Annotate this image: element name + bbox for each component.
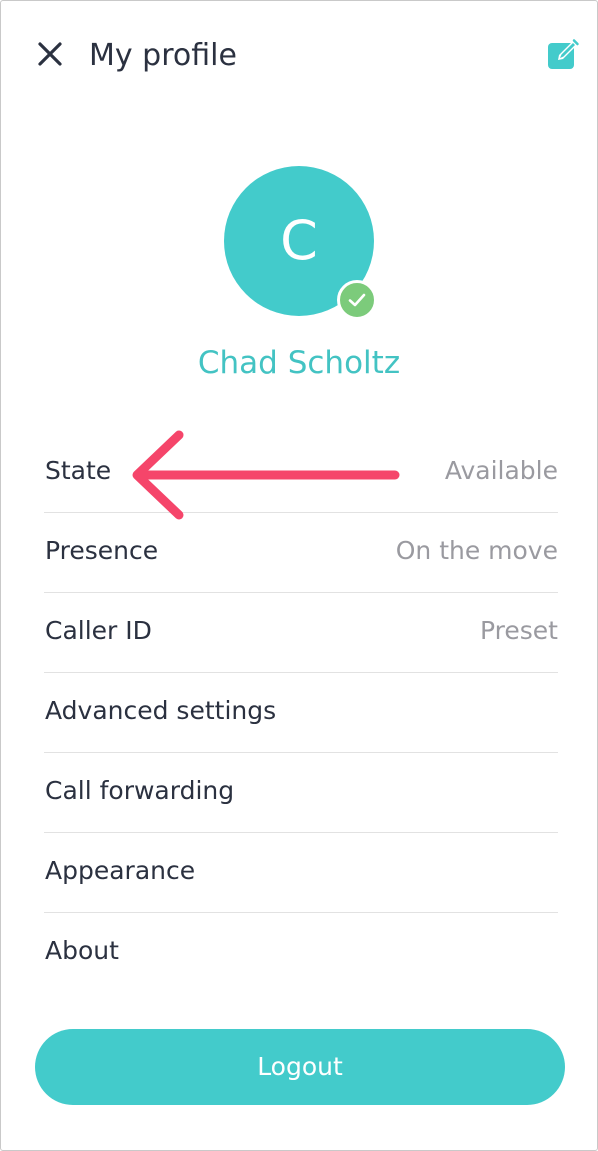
menu-item-advanced-settings[interactable]: Advanced settings	[44, 673, 558, 753]
menu-item-label: Appearance	[45, 856, 196, 885]
menu-item-about[interactable]: About	[44, 913, 558, 992]
status-badge	[337, 280, 377, 320]
menu-item-label: State	[45, 456, 112, 485]
menu-item-label: Caller ID	[45, 616, 152, 645]
menu-item-value: Preset	[480, 616, 558, 645]
menu-item-call-forwarding[interactable]: Call forwarding	[44, 753, 558, 833]
check-icon	[348, 293, 366, 307]
annotation-arrow-icon	[132, 430, 400, 520]
header: My profile	[1, 1, 597, 111]
user-name: Chad Scholtz	[197, 345, 401, 381]
menu-item-appearance[interactable]: Appearance	[44, 833, 558, 913]
menu-item-value: On the move	[395, 536, 558, 565]
menu-item-label: Call forwarding	[45, 776, 235, 805]
logout-button[interactable]: Logout	[35, 1029, 565, 1105]
page-title: My profile	[89, 38, 237, 73]
avatar-initial: C	[280, 209, 318, 272]
menu-item-label: Presence	[45, 536, 159, 565]
menu-item-label: About	[45, 936, 119, 965]
menu-item-caller-id[interactable]: Caller ID Preset	[44, 593, 558, 673]
menu-item-value: Available	[444, 456, 558, 485]
edit-icon	[548, 39, 579, 69]
close-icon	[38, 42, 62, 66]
close-button[interactable]	[35, 39, 65, 69]
edit-button[interactable]	[546, 38, 580, 72]
profile-panel: My profile C Chad Scholtz State Availabl…	[0, 0, 598, 1151]
menu-item-label: Advanced settings	[45, 696, 277, 725]
